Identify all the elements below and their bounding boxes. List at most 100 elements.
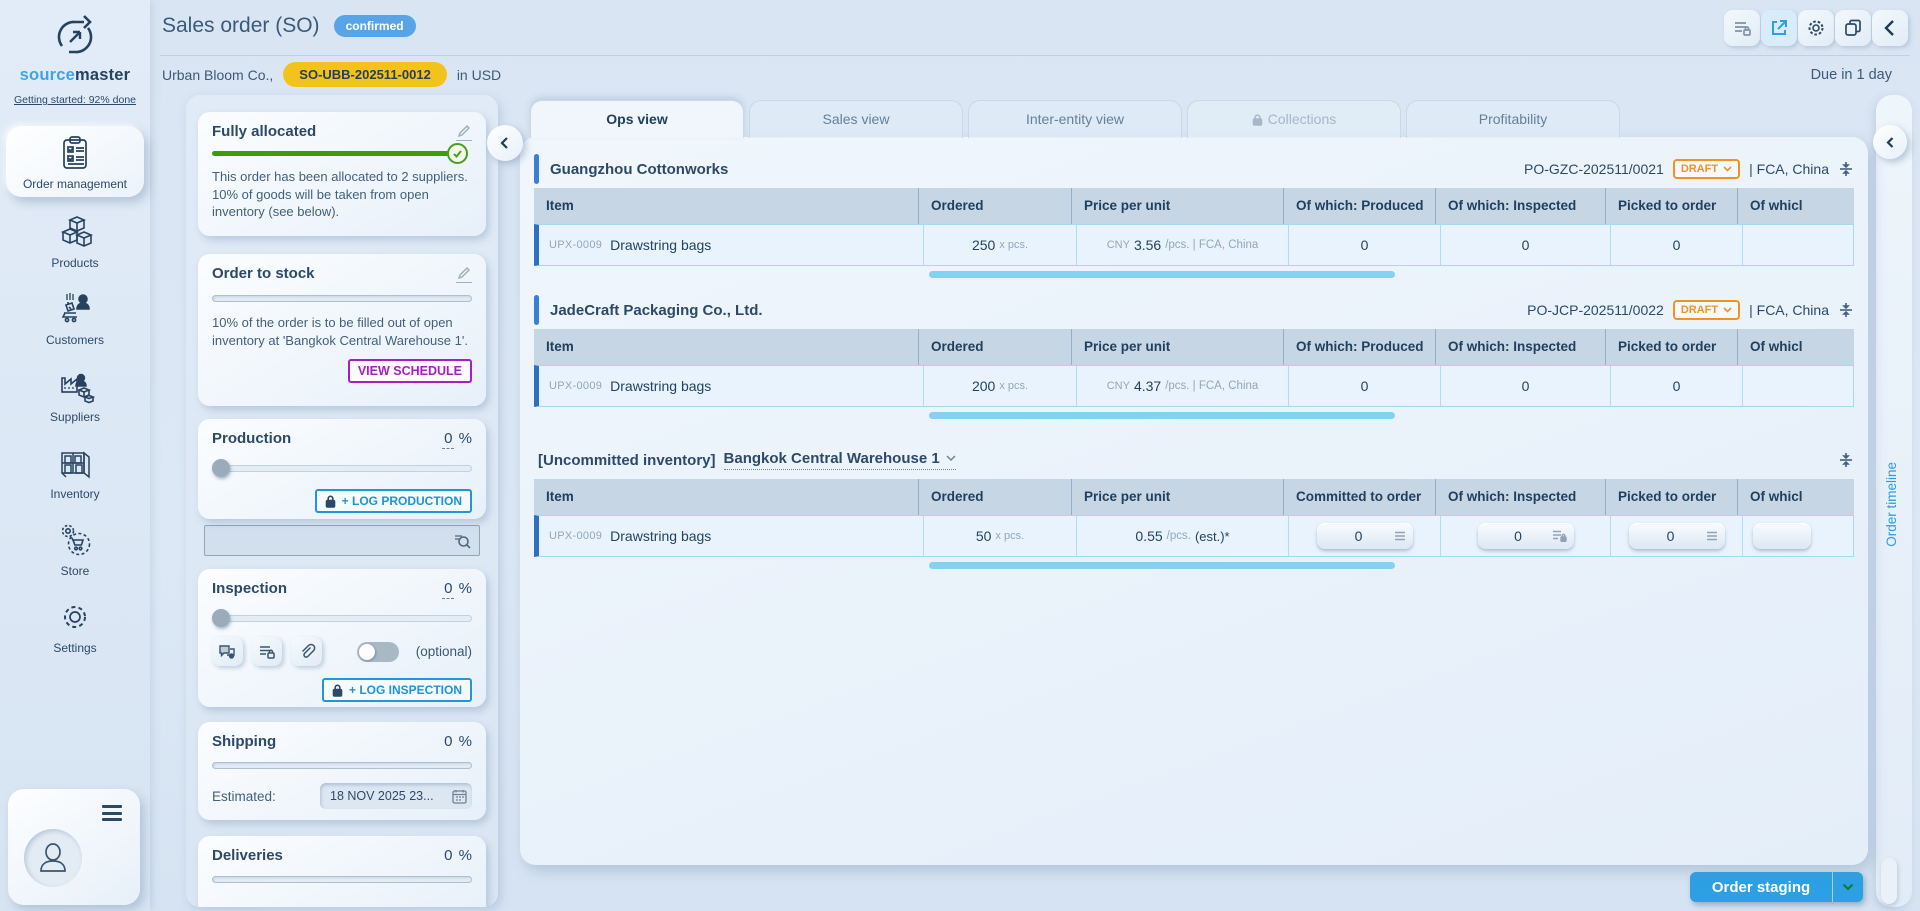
supplier-section-jadecraft: JadeCraft Packaging Co., Ltd. PO-JCP-202… <box>534 291 1854 419</box>
tab-sales-view[interactable]: Sales view <box>749 100 963 138</box>
log-production-button[interactable]: + LOG PRODUCTION <box>315 489 472 513</box>
table-row[interactable]: UPX-0009Drawstring bags 200x pcs. CNY4.3… <box>534 365 1854 407</box>
po-status-dropdown[interactable]: DRAFT <box>1673 300 1740 320</box>
qty-unit: x pcs. <box>995 530 1024 542</box>
section-header[interactable]: Guangzhou Cottonworks PO-GZC-202511/0021… <box>534 150 1854 188</box>
chevron-down-icon <box>1723 307 1732 313</box>
picked-value: 0 <box>1673 237 1681 253</box>
tab-inter-entity-view[interactable]: Inter-entity view <box>968 100 1182 138</box>
open-external-button[interactable] <box>1761 10 1797 46</box>
warehouse-selector[interactable]: Bangkok Central Warehouse 1 <box>724 450 956 470</box>
chevron-down-icon <box>1842 883 1854 891</box>
committed-input[interactable]: 0 <box>1317 523 1413 549</box>
sidebar-nav: Order management Products C <box>0 126 150 667</box>
section-header: [Uncommitted inventory] Bangkok Central … <box>534 441 1854 479</box>
collapse-rows-icon[interactable] <box>1838 161 1854 177</box>
tab-profitability[interactable]: Profitability <box>1406 100 1620 138</box>
collapse-header-button[interactable] <box>1872 10 1908 46</box>
order-id-badge[interactable]: SO-UBB-202511-0012 <box>283 62 447 87</box>
collapse-rows-icon[interactable] <box>1838 302 1854 318</box>
sidebar-item-label: Order management <box>6 177 144 191</box>
log-lock-button[interactable] <box>1724 10 1760 46</box>
horizontal-scrollbar[interactable] <box>929 562 1395 569</box>
sidebar-item-label: Settings <box>0 641 150 655</box>
col-produced: Of which: Produced <box>1284 188 1436 224</box>
order-staging-caret[interactable] <box>1833 883 1863 891</box>
sidebar-item-customers[interactable]: Customers <box>0 282 150 353</box>
card-production: Production 0 % + LOG PRODUCTION <box>198 419 486 519</box>
col-ordered: Ordered <box>919 329 1072 365</box>
search-icon <box>451 530 473 552</box>
picked-input[interactable]: 0 <box>1629 523 1725 549</box>
supplier-name: JadeCraft Packaging Co., Ltd. <box>550 302 763 319</box>
edit-pencil-icon[interactable] <box>456 265 472 283</box>
order-timeline-handle[interactable]: Order timeline <box>1884 462 1899 547</box>
slider-knob[interactable] <box>212 609 230 627</box>
inspection-percent[interactable]: 0 <box>442 580 454 599</box>
price-currency: CNY <box>1107 239 1130 251</box>
chevron-down-icon <box>1723 166 1732 172</box>
incoterm: | FCA, China <box>1749 161 1829 177</box>
item-sku: UPX-0009 <box>549 530 602 542</box>
sidebar-item-order-management[interactable]: Order management <box>6 126 144 197</box>
customer-cart-icon <box>0 289 150 329</box>
table-row[interactable]: UPX-0009Drawstring bags 50x pcs. 0.55/pc… <box>534 515 1854 557</box>
estimated-date-field[interactable]: 18 NOV 2025 23... <box>320 783 472 809</box>
po-number: PO-JCP-202511/0022 <box>1527 302 1664 318</box>
production-percent[interactable]: 0 <box>442 430 454 449</box>
slider-knob[interactable] <box>212 459 230 477</box>
price-suffix: /pcs. | FCA, China <box>1165 239 1258 251</box>
truncated-input[interactable] <box>1753 523 1811 549</box>
list-lock-icon <box>258 643 276 661</box>
clipboard-icon <box>6 133 144 173</box>
factory-icon <box>0 366 150 406</box>
incoterm: | FCA, China <box>1749 302 1829 318</box>
inspected-input[interactable]: 0 <box>1478 523 1574 549</box>
supplier-section-guangzhou: Guangzhou Cottonworks PO-GZC-202511/0021… <box>534 150 1854 278</box>
price-value: 0.55 <box>1135 528 1162 544</box>
card-title: Fully allocated <box>212 123 316 140</box>
sidebar-item-settings[interactable]: Settings <box>0 590 150 661</box>
col-item: Item <box>534 329 919 365</box>
col-inspected: Of which: Inspected <box>1436 329 1606 365</box>
gear-icon <box>0 597 150 637</box>
ops-view-panel: Guangzhou Cottonworks PO-GZC-202511/0021… <box>520 137 1868 865</box>
collapse-left-panel-button[interactable] <box>487 125 523 161</box>
col-price: Price per unit <box>1072 329 1284 365</box>
table-row[interactable]: UPX-0009Drawstring bags 250x pcs. CNY3.5… <box>534 224 1854 266</box>
menu-icon[interactable] <box>102 805 122 825</box>
comments-button[interactable] <box>212 637 243 666</box>
slider-track <box>212 615 472 622</box>
getting-started-link[interactable]: Getting started: 92% done <box>14 94 136 106</box>
item-name: Drawstring bags <box>610 528 711 544</box>
edit-pencil-icon[interactable] <box>456 123 472 141</box>
inspection-optional-toggle[interactable] <box>357 642 399 662</box>
store-gear-cart-icon <box>0 520 150 560</box>
col-price: Price per unit <box>1072 188 1284 224</box>
item-sku: UPX-0009 <box>549 239 602 251</box>
sidebar-item-store[interactable]: Store <box>0 513 150 584</box>
view-schedule-button[interactable]: VIEW SCHEDULE <box>348 359 472 383</box>
tab-ops-view[interactable]: Ops view <box>530 100 744 138</box>
order-staging-button[interactable]: Order staging <box>1690 872 1863 902</box>
order-to-stock-description: 10% of the order is to be filled out of … <box>212 314 472 349</box>
horizontal-scrollbar[interactable] <box>929 271 1395 278</box>
collapse-timeline-button[interactable] <box>1873 125 1907 159</box>
horizontal-scrollbar[interactable] <box>929 412 1395 419</box>
duplicate-button[interactable] <box>1835 10 1871 46</box>
attachment-button[interactable] <box>291 637 322 666</box>
settings-gear-button[interactable] <box>1798 10 1834 46</box>
sidebar-item-suppliers[interactable]: Suppliers <box>0 359 150 430</box>
collapse-rows-icon[interactable] <box>1838 452 1854 468</box>
sidebar-item-inventory[interactable]: Inventory <box>0 436 150 507</box>
search-input[interactable] <box>204 525 480 556</box>
log-list-button[interactable] <box>252 637 283 666</box>
section-header[interactable]: JadeCraft Packaging Co., Ltd. PO-JCP-202… <box>534 291 1854 329</box>
po-status-dropdown[interactable]: DRAFT <box>1673 159 1740 179</box>
col-picked: Picked to order <box>1606 329 1738 365</box>
avatar[interactable] <box>24 829 82 887</box>
log-inspection-button[interactable]: + LOG INSPECTION <box>322 678 472 702</box>
percent-unit: % <box>459 733 472 750</box>
sidebar-item-products[interactable]: Products <box>0 205 150 276</box>
vertical-scrollbar[interactable] <box>1881 858 1897 904</box>
